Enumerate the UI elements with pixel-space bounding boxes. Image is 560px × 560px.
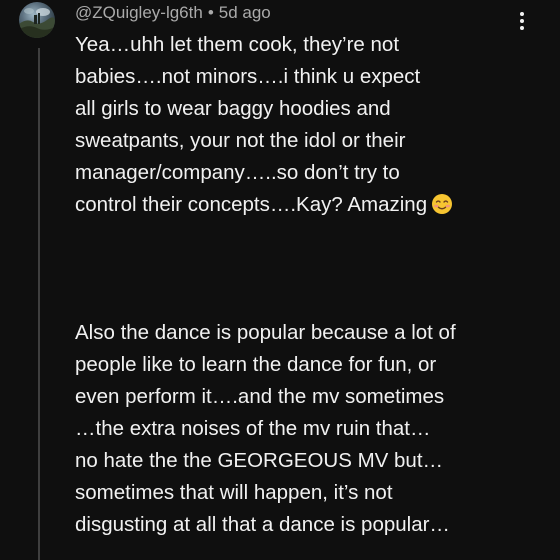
comment-line: …the extra noises of the mv ruin that… <box>75 417 431 440</box>
comment-body: Yea…uhh let them cook, they’re not babie… <box>75 29 545 541</box>
avatar-image-icon <box>19 8 55 38</box>
comment-line: Yea…uhh let them cook, they’re not <box>75 33 400 56</box>
comment-line-with-emoji: control their concepts….Kay? Amazing <box>75 189 545 221</box>
comment-line: all girls to wear baggy hoodies and <box>75 97 391 120</box>
smiling-face-emoji-icon <box>431 193 453 225</box>
comment-line: even perform it….and the mv sometimes <box>75 385 445 408</box>
comment-line: sometimes that will happen, it’s not <box>75 481 393 504</box>
header-separator: • <box>207 3 214 22</box>
comment-header: @ZQuigley-lg6th • 5d ago <box>75 2 271 24</box>
comment-line: people like to learn the dance for fun, … <box>75 353 437 376</box>
comment-line: no hate the the GEORGEOUS MV but… <box>75 449 444 472</box>
comment-line: disgusting at all that a dance is popula… <box>75 513 450 536</box>
comment-line: Also the dance is popular because a lot … <box>75 321 456 344</box>
comment-line: control their concepts….Kay? Amazing <box>75 193 428 216</box>
comment-line: manager/company…..so don’t try to <box>75 161 400 184</box>
comment-line: babies….not minors….i think u expect <box>75 65 421 88</box>
avatar[interactable] <box>19 2 55 38</box>
more-vertical-icon <box>520 12 524 30</box>
comment-line: sweatpants, your not the idol or their <box>75 129 406 152</box>
comment-timestamp[interactable]: 5d ago <box>219 3 271 23</box>
thread-line <box>38 48 40 560</box>
comment-author[interactable]: @ZQuigley-lg6th <box>75 3 203 23</box>
